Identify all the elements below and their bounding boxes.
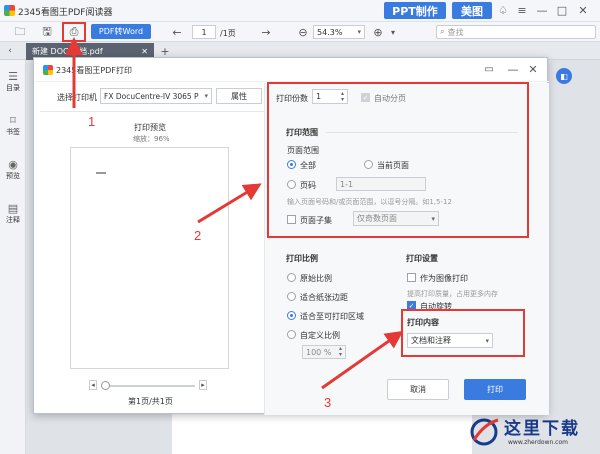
arrow-3 <box>321 330 404 390</box>
annotation-number-2: 2 <box>194 228 202 243</box>
annotation-number-1: 1 <box>88 114 96 129</box>
annotation-arrows <box>65 37 404 390</box>
annotation-number-3: 3 <box>324 395 332 410</box>
arrow-2 <box>197 183 262 224</box>
